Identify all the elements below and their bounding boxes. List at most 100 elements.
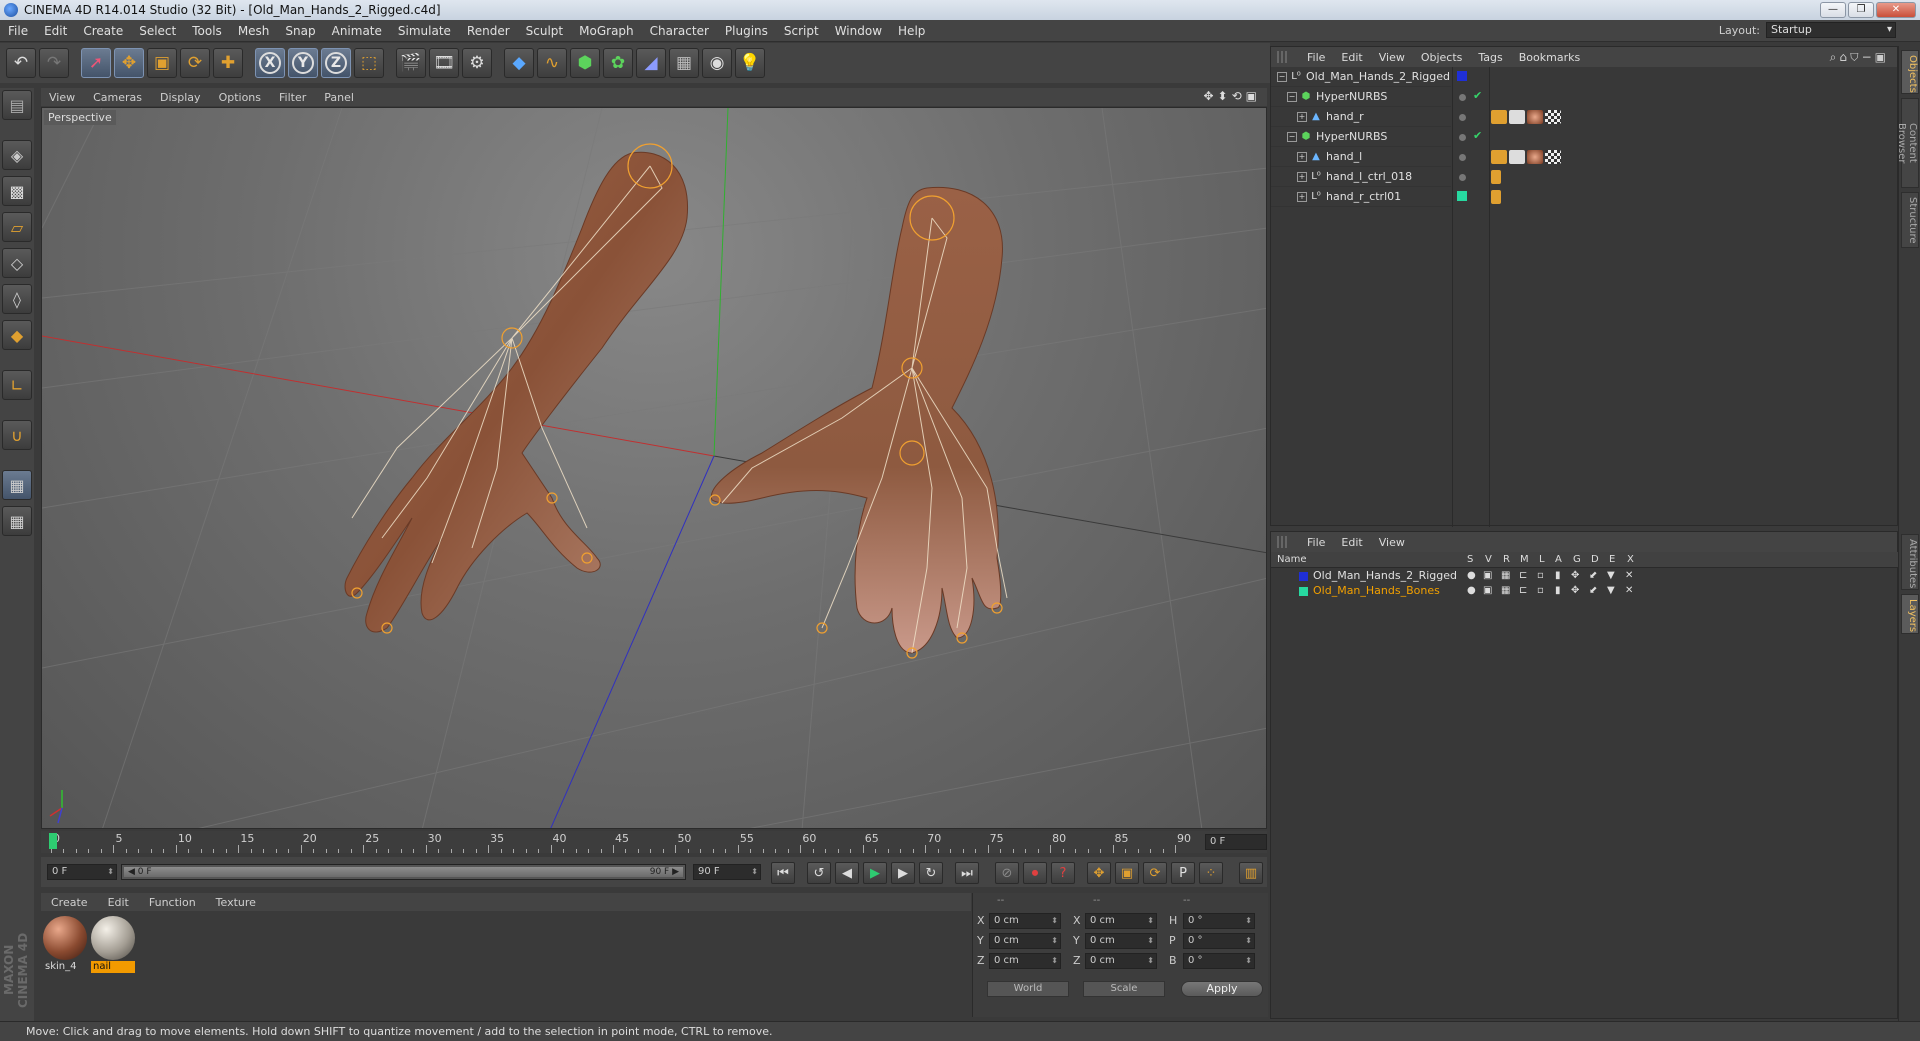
coordinate-mode-select[interactable]: World bbox=[987, 981, 1069, 997]
collapse-icon[interactable]: − bbox=[1287, 131, 1297, 142]
menu-animate[interactable]: Animate bbox=[324, 24, 390, 38]
tab-content-browser[interactable]: Content Browser bbox=[1896, 98, 1919, 188]
menu-simulate[interactable]: Simulate bbox=[390, 24, 459, 38]
menu-snap[interactable]: Snap bbox=[277, 24, 323, 38]
key-rotation-icon[interactable]: ⟳ bbox=[1143, 862, 1167, 884]
manager-icon[interactable]: ⊏ bbox=[1519, 585, 1527, 596]
start-frame-field[interactable]: 0 F ⬍ bbox=[47, 864, 117, 880]
x-axis-lock-icon[interactable]: X bbox=[255, 48, 285, 78]
key-scale-icon[interactable]: ▣ bbox=[1115, 862, 1139, 884]
tree-row-hand-l-ctrl-018[interactable]: + L⁰ hand_l_ctrl_018 bbox=[1271, 167, 1451, 187]
viewport-menu-filter[interactable]: Filter bbox=[271, 91, 316, 104]
menu-plugins[interactable]: Plugins bbox=[717, 24, 776, 38]
tab-objects[interactable]: Objects bbox=[1901, 50, 1919, 94]
xrefs-icon[interactable]: ✕ bbox=[1625, 585, 1633, 596]
tree-row-old-man-hands-2-rigged[interactable]: − L⁰ Old_Man_Hands_2_Rigged bbox=[1271, 67, 1451, 87]
rotate-tool-icon[interactable]: ⟳ bbox=[180, 48, 210, 78]
camera-icon[interactable]: ◉ bbox=[702, 48, 732, 78]
uvw-tag-icon[interactable] bbox=[1545, 110, 1561, 124]
menu-mograph[interactable]: MoGraph bbox=[571, 24, 642, 38]
render-picture-viewer-icon[interactable]: 🎞 bbox=[429, 48, 459, 78]
timeline-playhead[interactable] bbox=[49, 833, 57, 849]
go-to-end-icon[interactable]: ⏭ bbox=[955, 862, 979, 884]
render-icon[interactable]: ▦ bbox=[1501, 585, 1510, 596]
scale-mode-select[interactable]: Scale bbox=[1083, 981, 1165, 997]
keyframe-selection-icon[interactable]: ? bbox=[1051, 862, 1075, 884]
scale-tool-icon[interactable]: ▣ bbox=[147, 48, 177, 78]
rotation-h-field[interactable]: 0 ° ⬍ bbox=[1183, 913, 1255, 929]
objects-menu-tags[interactable]: Tags bbox=[1470, 51, 1510, 64]
restore-button[interactable]: ❐ bbox=[1848, 2, 1874, 18]
material-menu-function[interactable]: Function bbox=[139, 896, 206, 909]
tree-row-hypernurbs-2[interactable]: − ⬢ HyperNURBS bbox=[1271, 127, 1451, 147]
layers-menu-file[interactable]: File bbox=[1299, 536, 1333, 549]
cube-primitive-icon[interactable]: ◆ bbox=[504, 48, 534, 78]
ik-tag-icon[interactable] bbox=[1491, 190, 1501, 204]
move-tool-icon[interactable]: ✥ bbox=[114, 48, 144, 78]
3d-viewport[interactable]: Perspective bbox=[41, 107, 1267, 829]
solo-icon[interactable]: ● bbox=[1467, 570, 1476, 581]
autokey-icon[interactable]: ⏺ bbox=[1023, 862, 1047, 884]
viewport-menu-display[interactable]: Display bbox=[152, 91, 211, 104]
generators-icon[interactable]: ✥ bbox=[1571, 585, 1579, 596]
previous-key-icon[interactable]: ↺ bbox=[807, 862, 831, 884]
xrefs-icon[interactable]: ✕ bbox=[1625, 570, 1633, 581]
coordinate-system-icon[interactable]: ⬚ bbox=[354, 48, 384, 78]
enabled-check-icon[interactable]: ✔ bbox=[1473, 129, 1482, 142]
render-settings-icon[interactable]: ⚙ bbox=[462, 48, 492, 78]
material-menu-create[interactable]: Create bbox=[41, 896, 98, 909]
visibility-dot[interactable] bbox=[1459, 114, 1466, 121]
collapse-icon[interactable]: − bbox=[1287, 91, 1297, 102]
menu-tools[interactable]: Tools bbox=[184, 24, 230, 38]
generators-icon[interactable]: ✥ bbox=[1571, 570, 1579, 581]
menu-file[interactable]: File bbox=[0, 24, 36, 38]
rotation-p-field[interactable]: 0 ° ⬍ bbox=[1183, 933, 1255, 949]
timeline-window-icon[interactable]: ▥ bbox=[1239, 862, 1263, 884]
current-frame-field[interactable]: 0 F bbox=[1205, 834, 1267, 850]
live-selection-icon[interactable]: ➚ bbox=[81, 48, 111, 78]
material-nail[interactable]: nail bbox=[91, 916, 135, 973]
nurbs-icon[interactable]: ⬢ bbox=[570, 48, 600, 78]
menu-help[interactable]: Help bbox=[890, 24, 933, 38]
tab-structure[interactable]: Structure bbox=[1901, 192, 1919, 248]
viewport-menu-cameras[interactable]: Cameras bbox=[85, 91, 152, 104]
tree-row-hand-r-ctrl01[interactable]: + L⁰ hand_r_ctrl01 bbox=[1271, 187, 1451, 207]
position-z-field[interactable]: 0 cm ⬍ bbox=[989, 953, 1061, 969]
view-icon[interactable]: ▣ bbox=[1483, 570, 1492, 581]
recent-tool-icon[interactable]: ✚ bbox=[213, 48, 243, 78]
edges-mode-icon[interactable]: ◊ bbox=[2, 284, 32, 314]
tab-layers[interactable]: Layers bbox=[1901, 594, 1919, 634]
deformers-icon[interactable]: ⬋ bbox=[1589, 585, 1597, 596]
timeline-ruler[interactable]: 051015202530354045505560657075808590 0 F bbox=[41, 831, 1267, 853]
floor-icon[interactable]: ▦ bbox=[669, 48, 699, 78]
render-icon[interactable]: ▦ bbox=[1501, 570, 1510, 581]
layer-row-bones[interactable]: Old_Man_Hands_Bones ● ▣ ▦ ⊏ ▫ ▮ ✥ ⬋ ▼ ✕ bbox=[1271, 584, 1899, 599]
skin-tag-icon[interactable] bbox=[1509, 150, 1525, 164]
axis-mode-icon[interactable]: ∟ bbox=[2, 370, 32, 400]
enabled-check-icon[interactable]: ✔ bbox=[1473, 89, 1482, 102]
position-x-field[interactable]: 0 cm ⬍ bbox=[989, 913, 1061, 929]
preview-range-slider[interactable]: ◀ 0 F 90 F ▶ bbox=[121, 864, 686, 880]
position-y-field[interactable]: 0 cm ⬍ bbox=[989, 933, 1061, 949]
end-frame-field[interactable]: 90 F ⬍ bbox=[693, 864, 761, 880]
objects-menu-bookmarks[interactable]: Bookmarks bbox=[1511, 51, 1588, 64]
solo-mode-icon[interactable]: ▦ bbox=[2, 506, 32, 536]
deformers-icon[interactable]: ⬋ bbox=[1589, 570, 1597, 581]
model-mode-icon[interactable]: ◈ bbox=[2, 140, 32, 170]
manager-icon[interactable]: ⊏ bbox=[1519, 570, 1527, 581]
lock-icon[interactable]: ▫ bbox=[1537, 570, 1544, 581]
undo-icon[interactable]: ↶ bbox=[6, 48, 36, 78]
animation-icon[interactable]: ▮ bbox=[1555, 585, 1561, 596]
key-parameter-icon[interactable]: P bbox=[1171, 862, 1195, 884]
menu-mesh[interactable]: Mesh bbox=[230, 24, 278, 38]
size-y-field[interactable]: 0 cm ⬍ bbox=[1085, 933, 1157, 949]
object-manager-search-home-icons[interactable]: ⌕⌂⛉−▣ bbox=[1830, 50, 1889, 65]
viewport-menu-panel[interactable]: Panel bbox=[316, 91, 364, 104]
go-to-start-icon[interactable]: ⏮ bbox=[771, 862, 795, 884]
camera-label[interactable]: Perspective bbox=[44, 110, 116, 125]
material-menu-texture[interactable]: Texture bbox=[206, 896, 266, 909]
skin-tag-icon[interactable] bbox=[1509, 110, 1525, 124]
objects-menu-view[interactable]: View bbox=[1371, 51, 1413, 64]
layer-color-swatch[interactable] bbox=[1299, 572, 1308, 581]
size-x-field[interactable]: 0 cm ⬍ bbox=[1085, 913, 1157, 929]
